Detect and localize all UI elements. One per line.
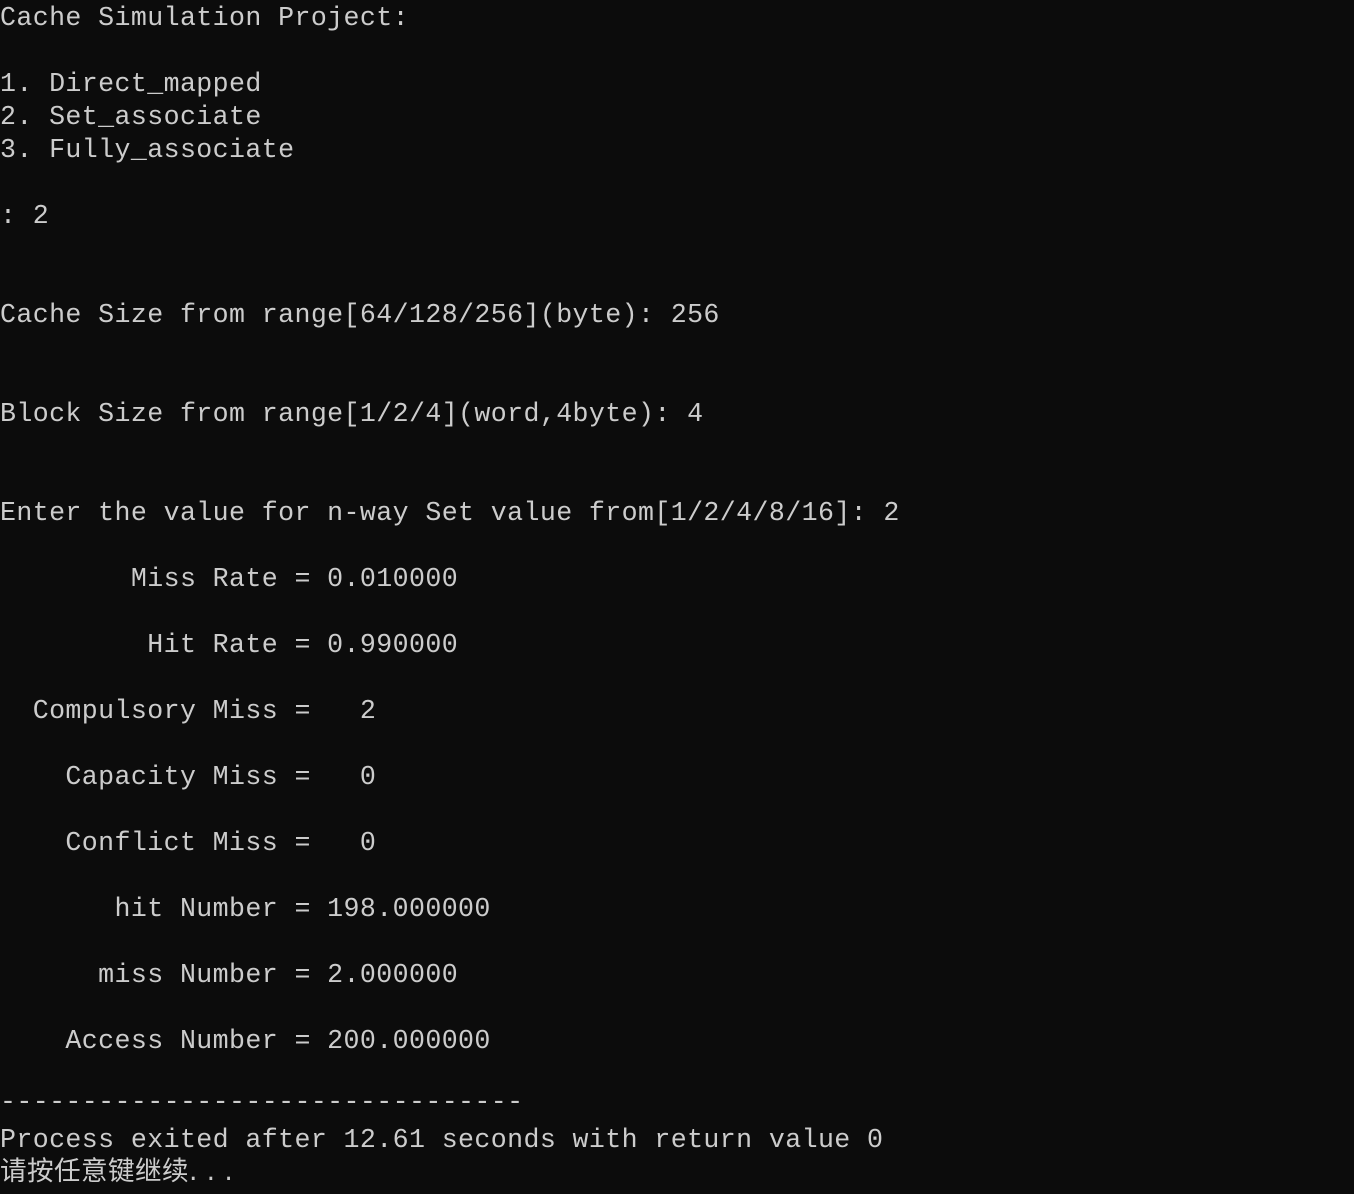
block-size-input-line: Block Size from range[1/2/4](word,4byte)… <box>0 399 704 429</box>
result-miss-number: miss Number = 2.000000 <box>0 960 459 990</box>
choice-input-line: : 2 <box>0 201 50 231</box>
result-capacity-miss: Capacity Miss = 0 <box>0 762 377 792</box>
result-access-number: Access Number = 200.000000 <box>0 1026 491 1056</box>
process-exit-message: Process exited after 12.61 seconds with … <box>0 1125 884 1155</box>
continue-prompt: 请按任意键继续. . . <box>0 1156 234 1187</box>
result-hit-rate: Hit Rate = 0.990000 <box>0 630 459 660</box>
nway-input-line: Enter the value for n-way Set value from… <box>0 498 900 528</box>
cache-size-input-line: Cache Size from range[64/128/256](byte):… <box>0 300 720 330</box>
result-conflict-miss: Conflict Miss = 0 <box>0 828 377 858</box>
result-hit-number: hit Number = 198.000000 <box>0 894 491 924</box>
separator-line: -------------------------------- <box>0 1087 524 1117</box>
console-window[interactable]: Cache Simulation Project: 1. Direct_mapp… <box>0 0 1354 1194</box>
menu-option-fully-associate: 3. Fully_associate <box>0 135 295 165</box>
program-header: Cache Simulation Project: <box>0 3 409 33</box>
menu-option-direct-mapped: 1. Direct_mapped <box>0 69 262 99</box>
menu-option-set-associate: 2. Set_associate <box>0 102 262 132</box>
result-miss-rate: Miss Rate = 0.010000 <box>0 564 459 594</box>
result-compulsory-miss: Compulsory Miss = 2 <box>0 696 377 726</box>
